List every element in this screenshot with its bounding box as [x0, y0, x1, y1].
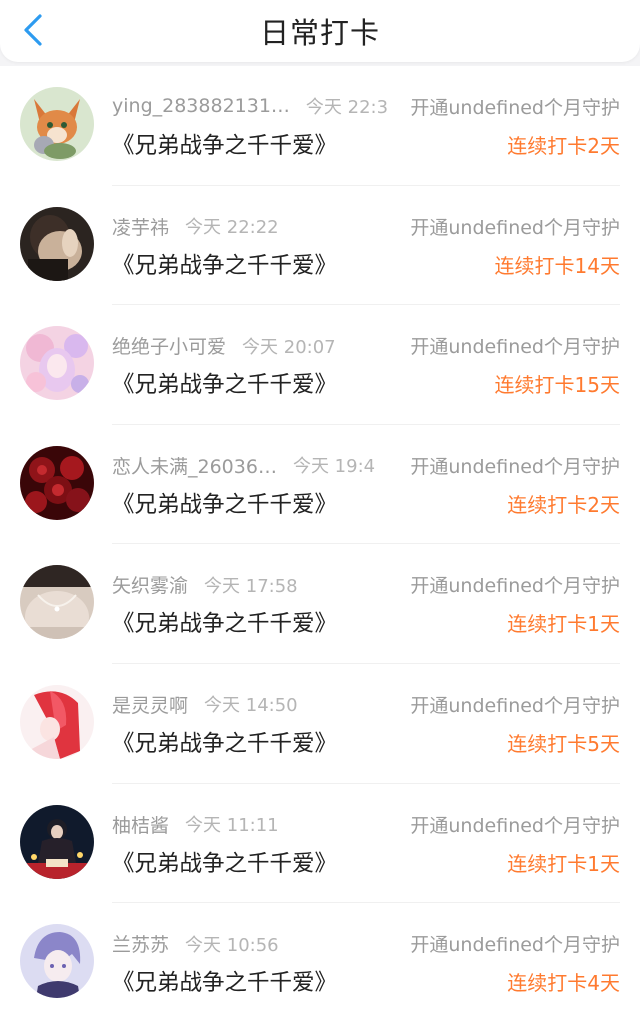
list-item[interactable]: 恋人未满_26036… 今天 19:4 开通undefined个月守护 《兄弟战争…: [0, 425, 640, 545]
list-item[interactable]: 兰苏苏 今天 10:56 开通undefined个月守护 《兄弟战争之千千爱》 连…: [0, 903, 640, 1016]
pink-anime-avatar-icon: [20, 326, 94, 401]
dark-anime-avatar-icon: [20, 804, 94, 879]
username[interactable]: 兰苏苏: [112, 930, 169, 957]
checkin-time: 今天 19:4: [292, 456, 376, 478]
streak-label: 连续打卡1天: [507, 851, 620, 876]
guard-note: 开通undefined个月守护: [408, 451, 620, 479]
list-item[interactable]: 柚桔酱 今天 11:11 开通undefined个月守护 《兄弟战争之千千爱》 连…: [0, 784, 640, 904]
avatar[interactable]: [20, 445, 94, 520]
username[interactable]: 是灵灵啊: [112, 691, 188, 718]
list-item[interactable]: 矢织雾渝 今天 17:58 开通undefined个月守护 《兄弟战争之千千爱》 …: [0, 544, 640, 664]
red-hair-anime-avatar-icon: [20, 684, 94, 759]
avatar[interactable]: [20, 684, 94, 759]
username[interactable]: ying_283882131…: [112, 95, 290, 117]
streak-label: 连续打卡14天: [494, 253, 620, 278]
username[interactable]: 恋人未满_26036…: [112, 452, 277, 479]
book-title[interactable]: 《兄弟战争之千千爱》: [112, 487, 337, 519]
streak-label: 连续打卡15天: [494, 373, 620, 398]
streak-label: 连续打卡1天: [507, 612, 620, 637]
guard-note: 开通undefined个月守护: [408, 212, 620, 240]
cartoon-fox-avatar-icon: [20, 87, 94, 161]
username[interactable]: 柚桔酱: [112, 811, 169, 838]
entry-meta: 凌芋祎 今天 22:22: [112, 213, 402, 241]
checkin-list: ying_283882131… 今天 22:3 开通undefined个月守护 《…: [0, 66, 640, 1016]
book-title[interactable]: 《兄弟战争之千千爱》: [112, 367, 337, 399]
avatar[interactable]: [20, 924, 94, 999]
purple-anime-avatar-icon: [20, 924, 94, 999]
book-title[interactable]: 《兄弟战争之千千爱》: [112, 965, 337, 997]
dark-photo-avatar-icon: [20, 206, 94, 281]
book-title[interactable]: 《兄弟战争之千千爱》: [112, 128, 337, 160]
streak-label: 连续打卡2天: [507, 492, 620, 517]
list-item[interactable]: 凌芋祎 今天 22:22 开通undefined个月守护 《兄弟战争之千千爱》 连…: [0, 186, 640, 306]
avatar[interactable]: [20, 804, 94, 879]
checkin-time: 今天 20:07: [242, 336, 336, 358]
entry-meta: 兰苏苏 今天 10:56: [112, 930, 402, 958]
guard-note: 开通undefined个月守护: [408, 332, 620, 360]
entry-meta: 绝绝子小可爱 今天 20:07: [112, 332, 402, 360]
book-title[interactable]: 《兄弟战争之千千爱》: [112, 726, 337, 758]
avatar[interactable]: [20, 206, 94, 281]
book-title[interactable]: 《兄弟战争之千千爱》: [112, 248, 337, 280]
entry-meta: 恋人未满_26036… 今天 19:4: [112, 452, 402, 480]
streak-label: 连续打卡4天: [507, 971, 620, 996]
streak-label: 连续打卡2天: [507, 134, 620, 158]
checkin-time: 今天 10:56: [185, 934, 279, 956]
list-item[interactable]: 绝绝子小可爱 今天 20:07 开通undefined个月守护 《兄弟战争之千千爱…: [0, 305, 640, 425]
entry-meta: 矢织雾渝 今天 17:58: [112, 571, 402, 599]
checkin-time: 今天 17:58: [204, 575, 298, 597]
list-item[interactable]: ying_283882131… 今天 22:3 开通undefined个月守护 《…: [0, 66, 640, 186]
avatar[interactable]: [20, 87, 94, 161]
username[interactable]: 绝绝子小可爱: [112, 332, 226, 359]
checkin-time: 今天 22:22: [185, 217, 279, 239]
username[interactable]: 凌芋祎: [112, 213, 169, 240]
entry-meta: 是灵灵啊 今天 14:50: [112, 691, 402, 719]
book-title[interactable]: 《兄弟战争之千千爱》: [112, 606, 337, 638]
list-item[interactable]: 是灵灵啊 今天 14:50 开通undefined个月守护 《兄弟战争之千千爱》 …: [0, 664, 640, 784]
page-title: 日常打卡: [259, 16, 380, 50]
username[interactable]: 矢织雾渝: [112, 571, 188, 598]
guard-note: 开通undefined个月守护: [408, 810, 620, 838]
checkin-time: 今天 22:3: [305, 97, 389, 118]
guard-note: 开通undefined个月守护: [408, 571, 620, 599]
avatar[interactable]: [20, 565, 94, 640]
checkin-time: 今天 14:50: [204, 695, 298, 717]
top-nav-bar: 日常打卡: [0, 0, 640, 62]
guard-note: 开通undefined个月守护: [408, 690, 620, 718]
streak-label: 连续打卡5天: [507, 731, 620, 756]
guard-note: 开通undefined个月守护: [408, 93, 620, 120]
entry-meta: 柚桔酱 今天 11:11: [112, 811, 402, 839]
guard-note: 开通undefined个月守护: [408, 930, 620, 958]
book-title[interactable]: 《兄弟战争之千千爱》: [112, 846, 337, 878]
checkin-time: 今天 11:11: [185, 815, 279, 837]
necklace-photo-avatar-icon: [20, 565, 94, 640]
red-roses-avatar-icon: [20, 445, 94, 520]
entry-meta: ying_283882131… 今天 22:3: [112, 93, 402, 121]
avatar[interactable]: [20, 326, 94, 401]
